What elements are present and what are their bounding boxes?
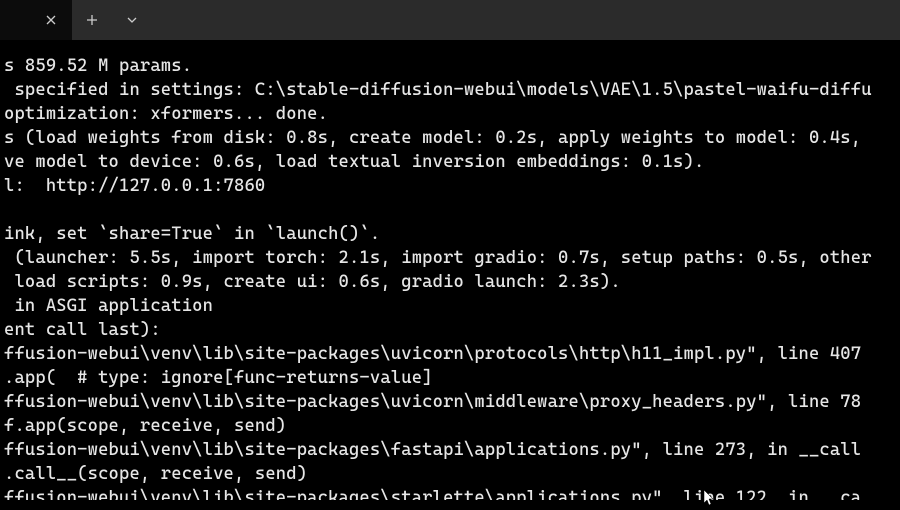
active-tab[interactable] [0, 0, 72, 40]
terminal-line: load scripts: 0.9s, create ui: 0.6s, gra… [0, 270, 900, 294]
terminal-output[interactable]: s 859.52 M params. specified in settings… [0, 40, 900, 500]
close-tab-button[interactable] [40, 9, 62, 31]
terminal-line: in ASGI application [0, 294, 900, 318]
terminal-line: optimization: xformers... done. [0, 102, 900, 126]
terminal-line: ve model to device: 0.6s, load textual i… [0, 150, 900, 174]
terminal-line: f.app(scope, receive, send) [0, 414, 900, 438]
close-icon [46, 15, 56, 25]
terminal-line: ffusion-webui\venv\lib\site-packages\uvi… [0, 342, 900, 366]
plus-icon [86, 14, 98, 26]
terminal-line: .call__(scope, receive, send) [0, 462, 900, 486]
chevron-down-icon [126, 16, 138, 24]
title-bar [0, 0, 900, 40]
terminal-line: ink, set `share=True` in `launch()`. [0, 222, 900, 246]
terminal-line: l: http://127.0.0.1:7860 [0, 174, 900, 198]
terminal-line: specified in settings: C:\stable-diffusi… [0, 78, 900, 102]
terminal-line [0, 198, 900, 222]
terminal-line: ffusion-webui\venv\lib\site-packages\sta… [0, 486, 900, 500]
terminal-line: s (load weights from disk: 0.8s, create … [0, 126, 900, 150]
terminal-line: s 859.52 M params. [0, 54, 900, 78]
new-tab-button[interactable] [72, 0, 112, 40]
terminal-line: .app( # type: ignore[func-returns-value] [0, 366, 900, 390]
terminal-line: (launcher: 5.5s, import torch: 2.1s, imp… [0, 246, 900, 270]
tab-dropdown-button[interactable] [112, 0, 152, 40]
terminal-line: ent call last): [0, 318, 900, 342]
terminal-line: ffusion-webui\venv\lib\site-packages\fas… [0, 438, 900, 462]
terminal-line: ffusion-webui\venv\lib\site-packages\uvi… [0, 390, 900, 414]
